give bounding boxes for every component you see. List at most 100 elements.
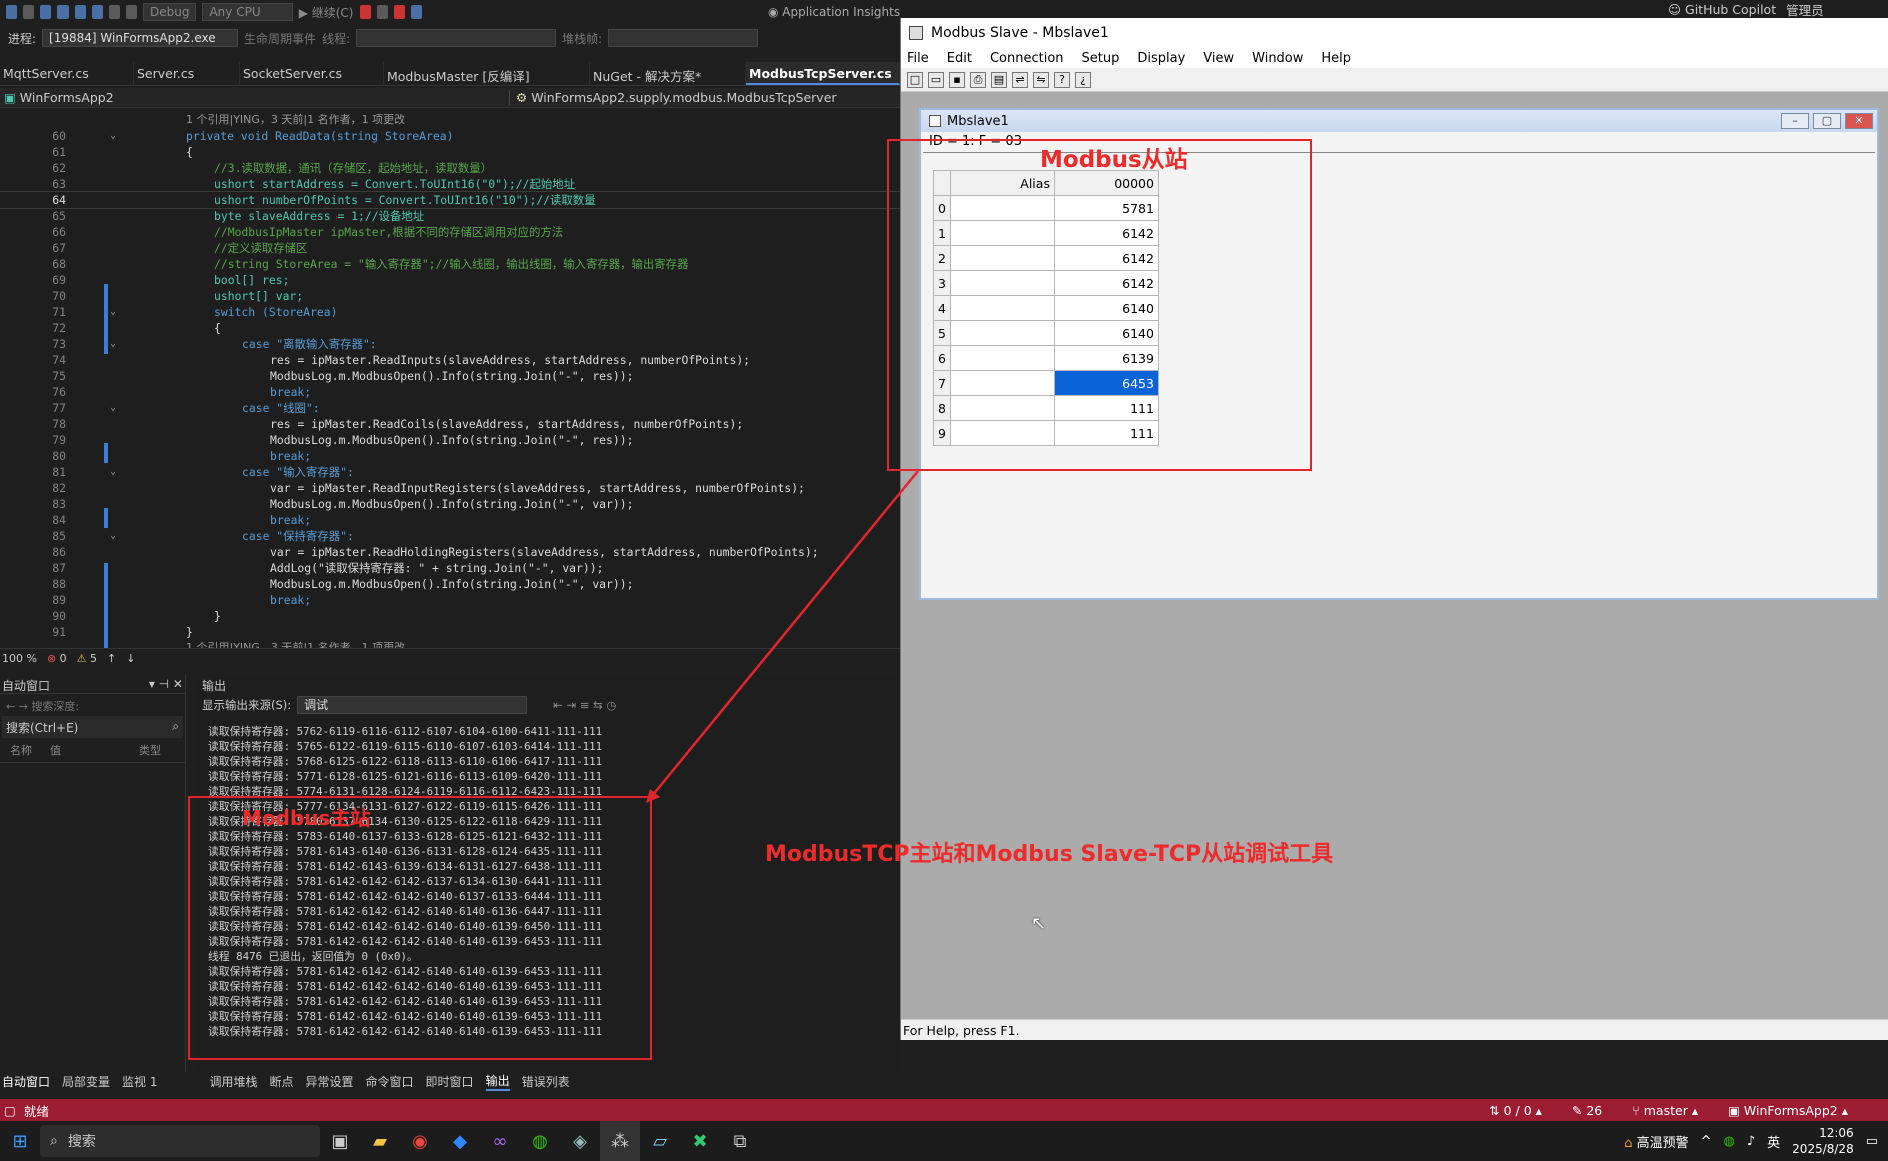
code-line[interactable]: 88 ModbusLog.m.ModbusOpen().Info(string.J… (0, 576, 900, 592)
fold-chevron-icon[interactable]: ⌄ (110, 400, 116, 416)
fold-chevron-icon[interactable]: ⌄ (110, 464, 116, 480)
fold-chevron-icon[interactable]: ⌄ (110, 304, 116, 320)
process-select[interactable]: [19884] WinFormsApp2.exe (42, 29, 239, 47)
code-editor[interactable]: 1 个引用|YING，3 天前|1 名作者，1 项更改 60 ⌄ private vo… (0, 108, 900, 648)
warning-count[interactable]: ⚠ 5 (77, 652, 97, 665)
tab-exception-settings[interactable]: 异常设置 (306, 1073, 354, 1090)
menu-display[interactable]: Display (1137, 51, 1185, 66)
branch-selector[interactable]: ⑂ master ▴ (1632, 1103, 1698, 1118)
code-line[interactable]: 80 break; (0, 448, 900, 464)
menu-help[interactable]: Help (1321, 51, 1351, 66)
app-insights-button[interactable]: ◉ Application Insights (768, 5, 900, 19)
code-line[interactable]: 66 //ModbusIpMaster ipMaster,根据不同的存储区调用对应… (0, 224, 900, 240)
open-icon[interactable]: ▭ (928, 71, 944, 88)
autos-search-input[interactable]: 搜索(Ctrl+E) ⌕ (2, 716, 183, 738)
tab-watch1[interactable]: 监视 1 (122, 1073, 157, 1090)
output-source-select[interactable]: 调试 (297, 696, 528, 714)
code-line[interactable]: 77 ⌄ case "线圈": (0, 400, 900, 416)
sync-status[interactable]: ⇅ 0 / 0 ▴ (1489, 1103, 1542, 1118)
thread-select[interactable] (356, 29, 557, 47)
code-line[interactable]: 70 ushort[] var; (0, 288, 900, 304)
redo-icon[interactable] (125, 5, 137, 19)
code-line[interactable]: 64 ushort numberOfPoints = Convert.ToUInt… (0, 191, 900, 209)
print-icon[interactable]: ⎙ (970, 71, 986, 88)
code-line[interactable]: 89 break; (0, 592, 900, 608)
save-all-icon[interactable] (91, 5, 103, 19)
modbus-app-icon[interactable]: ⁂ (600, 1121, 640, 1161)
code-line[interactable]: 1 个引用|YING，3 天前|1 名作者，1 项更改 (0, 640, 900, 648)
tab-call-stack[interactable]: 调用堆栈 (209, 1073, 257, 1090)
down-arrow-icon[interactable]: ↓ (126, 652, 135, 665)
tray-chevron-icon[interactable]: ^ (1701, 1134, 1712, 1149)
notification-icon[interactable]: ▭ (1866, 1134, 1878, 1149)
tab-nuget[interactable]: NuGet - 解决方案* (590, 62, 746, 85)
code-lens[interactable]: 1 个引用|YING，3 天前|1 名作者，1 项更改 (186, 640, 405, 648)
window-switch-icon[interactable]: ⧉ (720, 1121, 760, 1161)
context-help-icon[interactable]: ¿ (1075, 71, 1091, 88)
tab-output[interactable]: 输出 (485, 1072, 510, 1091)
clock[interactable]: 12:06 2025/8/28 (1792, 1125, 1854, 1157)
code-line[interactable]: 86 var = ipMaster.ReadHoldingRegisters(sl… (0, 544, 900, 560)
menu-window[interactable]: Window (1252, 51, 1303, 66)
fold-chevron-icon[interactable]: ⌄ (110, 528, 116, 544)
code-line[interactable]: 68 //string StoreArea = "输入寄存器";//输入线圈，输出… (0, 256, 900, 272)
code-line[interactable]: 67 //定义读取存储区 (0, 240, 900, 256)
maps-icon[interactable]: ◆ (440, 1121, 480, 1161)
notepad-icon[interactable]: ▱ (640, 1121, 680, 1161)
restart-icon[interactable] (410, 5, 422, 19)
visual-studio-icon[interactable]: ∞ (480, 1121, 520, 1161)
code-line[interactable]: 75 ModbusLog.m.ModbusOpen().Info(string.J… (0, 368, 900, 384)
maximize-icon[interactable]: ▢ (1813, 113, 1841, 129)
taskbar-search[interactable]: ⌕ 搜索 (40, 1125, 320, 1157)
code-line[interactable]: 72 { (0, 320, 900, 336)
platform-select[interactable]: Any CPU (202, 3, 293, 21)
volume-icon[interactable]: ♪ (1747, 1134, 1755, 1149)
code-line[interactable]: 65 byte slaveAddress = 1;//设备地址 (0, 208, 900, 224)
type-dropdown[interactable]: ⚙ WinFormsApp2.supply.modbus.ModbusTcpSe… (510, 90, 837, 105)
connect-icon[interactable]: ⇌ (1012, 71, 1028, 88)
code-line[interactable]: 90} (0, 608, 900, 624)
new-project-icon[interactable] (40, 5, 52, 19)
code-line[interactable]: 61 { (0, 144, 900, 160)
close-icon[interactable]: ✕ (1845, 113, 1873, 129)
code-line[interactable]: 84 break; (0, 512, 900, 528)
pause-icon[interactable] (376, 5, 388, 19)
menu-setup[interactable]: Setup (1082, 51, 1120, 66)
xmind-icon[interactable]: ✖ (680, 1121, 720, 1161)
disconnect-icon[interactable]: ⇋ (1033, 71, 1049, 88)
code-line[interactable]: 81 ⌄ case "输入寄存器": (0, 464, 900, 480)
tab-modbusmaster[interactable]: ModbusMaster [反编译] (384, 62, 590, 85)
code-line[interactable]: 73 ⌄ case "离散输入寄存器": (0, 336, 900, 352)
save-icon[interactable]: ▪ (949, 71, 965, 88)
code-line[interactable]: 74 res = ipMaster.ReadInputs(slaveAddress… (0, 352, 900, 368)
continue-button[interactable]: ▶ 继续(C) (299, 4, 354, 21)
wechat-tray-icon[interactable]: ◍ (1724, 1134, 1735, 1149)
project-selector[interactable]: ▣ WinFormsApp2 ▴ (1728, 1103, 1848, 1118)
code-line[interactable]: 62 //3.读取数据，通讯（存储区，起始地址，读取数量） (0, 160, 900, 176)
code-line[interactable]: 60 ⌄ private void ReadData(string StoreAre… (0, 128, 900, 144)
edit-count[interactable]: ✎ 26 (1572, 1103, 1602, 1118)
code-line[interactable]: 71 ⌄ switch (StoreArea) (0, 304, 900, 320)
code-line[interactable]: 78 res = ipMaster.ReadCoils(slaveAddress,… (0, 416, 900, 432)
undo-icon[interactable] (108, 5, 120, 19)
output-toolbar-icons[interactable]: ⇤ ⇥ ≡ ⇆ ◷ (553, 698, 616, 712)
code-line[interactable]: 87 AddLog("读取保持寄存器: " + string.Join("-", … (0, 560, 900, 576)
hot-reload-icon[interactable] (359, 5, 371, 19)
task-view-icon[interactable]: ▣ (320, 1121, 360, 1161)
code-line[interactable]: 91} (0, 624, 900, 640)
tab-command-window[interactable]: 命令窗口 (366, 1073, 414, 1090)
project-dropdown[interactable]: ▣ WinFormsApp2 (0, 90, 510, 105)
start-icon[interactable]: ⊞ (0, 1121, 40, 1161)
tab-server[interactable]: Server.cs (134, 62, 240, 85)
menu-edit[interactable]: Edit (947, 51, 972, 66)
tab-modbustcpserver[interactable]: ModbusTcpServer.cs (746, 62, 900, 85)
up-arrow-icon[interactable]: ↑ (107, 652, 116, 665)
wechat-icon[interactable]: ◍ (520, 1121, 560, 1161)
forward-icon[interactable] (23, 5, 35, 19)
code-line[interactable]: 76 break; (0, 384, 900, 400)
weather-widget[interactable]: ⌂ 高温预警 (1624, 1132, 1688, 1151)
copilot-button[interactable]: ☺ GitHub Copilot (1668, 2, 1776, 17)
close-icon[interactable]: ▾ ⊣ ✕ (149, 677, 183, 691)
save-icon[interactable] (74, 5, 86, 19)
tab-immediate[interactable]: 即时窗口 (426, 1073, 474, 1090)
